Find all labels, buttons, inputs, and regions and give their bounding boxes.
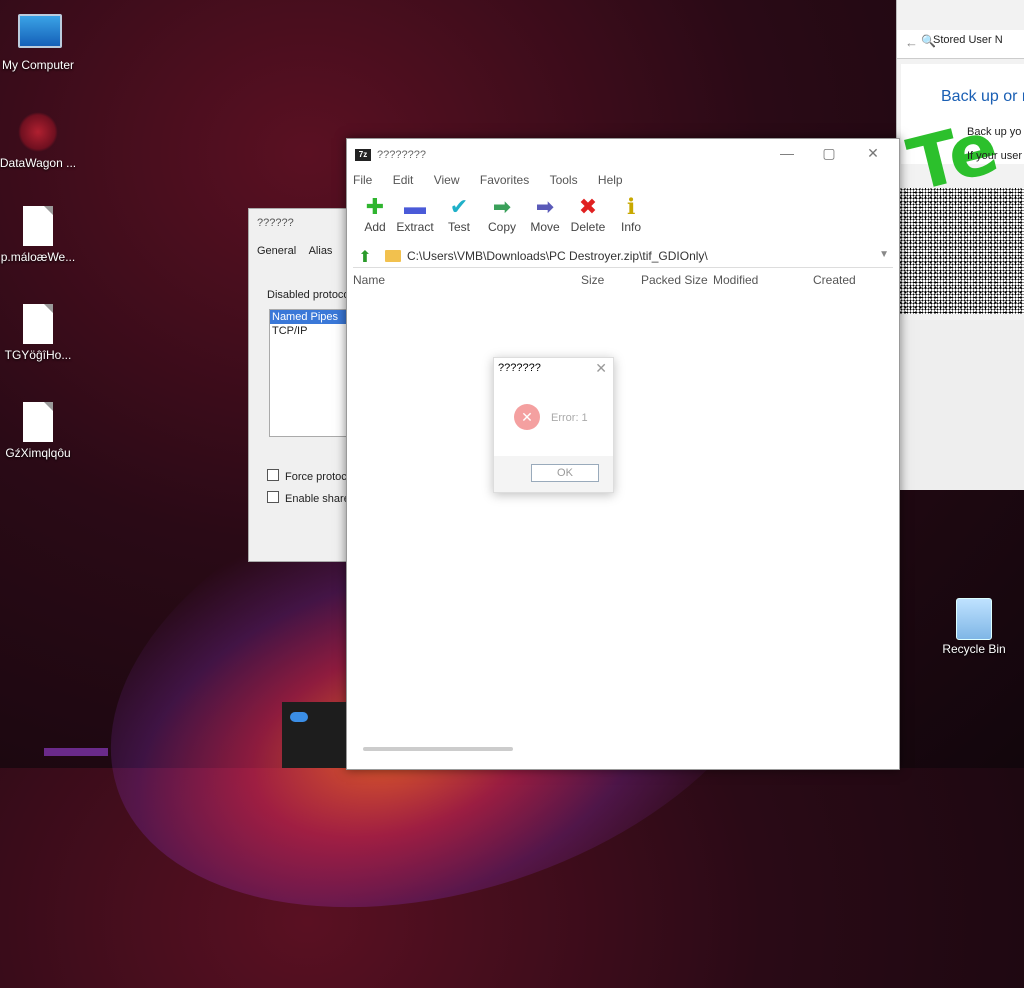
desktop-icon-label: GźXimqlqôu	[5, 446, 71, 460]
path-field[interactable]: C:\Users\VMB\Downloads\PC Destroyer.zip\…	[407, 249, 708, 263]
force-protocol-checkbox[interactable]: Force protoc	[267, 469, 347, 483]
glitch-noise	[897, 188, 1024, 314]
window-title: ????????	[377, 149, 426, 161]
disabled-protocols-label: Disabled protoco	[267, 289, 350, 301]
address-bar[interactable]: ⬆ C:\Users\VMB\Downloads\PC Destroyer.zi…	[353, 247, 893, 268]
browser-lower-area	[901, 320, 1024, 490]
delete-button[interactable]: ✖ Delete	[566, 194, 610, 234]
column-created[interactable]: Created	[813, 273, 856, 287]
test-button[interactable]: ✔ Test	[437, 194, 481, 234]
plus-icon: ✚	[365, 194, 385, 219]
file-icon	[18, 304, 58, 344]
minimize-button[interactable]: —	[769, 145, 805, 165]
backup-subheading: Back up yo	[967, 126, 1022, 138]
browser-content: Te Back up or r Back up yo If your user	[900, 64, 1024, 207]
error-dialog: ??????? ✕ ✕ Error: 1 OK	[493, 357, 614, 493]
desktop-icon-label: My Computer	[1, 58, 75, 72]
tab-general[interactable]: General	[257, 245, 296, 257]
dialog-tabs: General Alias	[257, 245, 342, 257]
tab-alias[interactable]: Alias	[309, 245, 333, 257]
copy-button[interactable]: ➡ Copy	[480, 194, 524, 234]
onedrive-popup	[282, 702, 346, 768]
column-size[interactable]: Size	[581, 273, 604, 287]
column-packed-size[interactable]: Packed Size	[641, 273, 708, 287]
desktop-icon-label: Recycle Bin	[942, 642, 1006, 656]
desktop-icon-recycle-bin[interactable]: Recycle Bin	[928, 598, 1020, 656]
menu-edit[interactable]: Edit	[393, 173, 414, 187]
info-button[interactable]: ℹ Info	[609, 194, 653, 234]
toolbar: ✚ Add ▬ Extract ✔ Test ➡ Copy ➡ Move ✖ D…	[353, 194, 893, 243]
horizontal-scrollbar[interactable]	[363, 747, 513, 751]
close-button[interactable]: ✕	[855, 145, 891, 165]
info-icon: ℹ	[626, 194, 636, 219]
test-label: Test	[447, 220, 470, 234]
delete-label: Delete	[570, 220, 606, 234]
column-modified[interactable]: Modified	[713, 273, 758, 287]
datawagon-icon	[18, 112, 58, 152]
backup-heading: Back up or r	[941, 88, 1024, 105]
titlebar: 7z ???????? — ▢ ✕	[347, 139, 899, 169]
desktop-icon-file-2[interactable]: TGYöĝîHo...	[0, 304, 84, 362]
browser-window: ← 🔍 Stored User N Te Back up or r Back u…	[896, 0, 1024, 490]
ok-button[interactable]: OK	[531, 464, 599, 482]
7zip-app-icon: 7z	[355, 149, 371, 161]
back-arrow-icon[interactable]: ←	[905, 35, 918, 50]
move-button[interactable]: ➡ Move	[523, 194, 567, 234]
extract-button[interactable]: ▬ Extract	[393, 194, 437, 234]
move-label: Move	[530, 220, 560, 234]
error-message: Error: 1	[551, 412, 588, 424]
move-icon: ➡	[535, 194, 555, 219]
list-item[interactable]: Named Pipes	[270, 310, 350, 324]
error-dialog-title: ???????	[498, 362, 541, 374]
protocol-list[interactable]: Named Pipes TCP/IP	[269, 309, 351, 437]
extract-label: Extract	[396, 220, 434, 234]
backup-description: If your user	[967, 150, 1023, 162]
add-label: Add	[364, 220, 386, 234]
menu-help[interactable]: Help	[598, 173, 623, 187]
browser-tab-title[interactable]: Stored User N	[933, 34, 1024, 54]
up-folder-icon[interactable]: ⬆	[355, 247, 375, 266]
desktop-icon-file-1[interactable]: p.máloæWe...	[0, 206, 84, 264]
menu-file[interactable]: File	[353, 173, 372, 187]
menu-view[interactable]: View	[434, 173, 460, 187]
desktop-icon-label: p.máloæWe...	[0, 250, 76, 264]
menu-favorites[interactable]: Favorites	[480, 173, 529, 187]
file-icon	[18, 402, 58, 442]
computer-icon	[18, 14, 62, 54]
error-icon: ✕	[514, 404, 540, 430]
column-headers: Name Size Packed Size Modified Created	[353, 273, 893, 289]
folder-icon	[385, 250, 401, 262]
7zip-file-manager-window: 7z ???????? — ▢ ✕ File Edit View Favorit…	[346, 138, 900, 770]
list-item[interactable]: TCP/IP	[270, 324, 350, 338]
copy-icon: ➡	[492, 194, 512, 219]
dialog-footer: OK	[494, 456, 613, 492]
recycle-bin-icon	[954, 598, 994, 640]
desktop-icon-label: DataWagon ...	[0, 156, 77, 170]
desktop-icon-file-3[interactable]: GźXimqlqôu	[0, 402, 84, 460]
menu-tools[interactable]: Tools	[550, 173, 578, 187]
copy-label: Copy	[487, 220, 516, 234]
cloud-icon	[290, 712, 308, 722]
test-icon: ✔	[449, 194, 469, 219]
add-button[interactable]: ✚ Add	[353, 194, 397, 234]
extract-icon: ▬	[404, 194, 426, 219]
taskbar-fragment	[44, 748, 108, 756]
chevron-down-icon[interactable]: ▼	[879, 249, 889, 260]
desktop-icon-label: TGYöĝîHo...	[4, 348, 72, 362]
close-icon[interactable]: ✕	[595, 360, 607, 377]
file-icon	[18, 206, 58, 246]
dialog-title: ??????	[257, 217, 294, 229]
info-label: Info	[620, 220, 641, 234]
desktop-icon-datawagon[interactable]: DataWagon ...	[0, 112, 84, 170]
delete-icon: ✖	[578, 194, 598, 219]
desktop-icon-my-computer[interactable]: My Computer	[0, 10, 84, 72]
menu-bar: File Edit View Favorites Tools Help	[353, 173, 640, 191]
browser-address-bar[interactable]: ← 🔍 Stored User N	[897, 30, 1024, 59]
maximize-button[interactable]: ▢	[811, 145, 847, 165]
column-name[interactable]: Name	[353, 273, 385, 287]
protocol-properties-dialog: ?????? General Alias Disabled protoco Na…	[248, 208, 351, 562]
enable-share-checkbox[interactable]: Enable share	[267, 491, 350, 505]
